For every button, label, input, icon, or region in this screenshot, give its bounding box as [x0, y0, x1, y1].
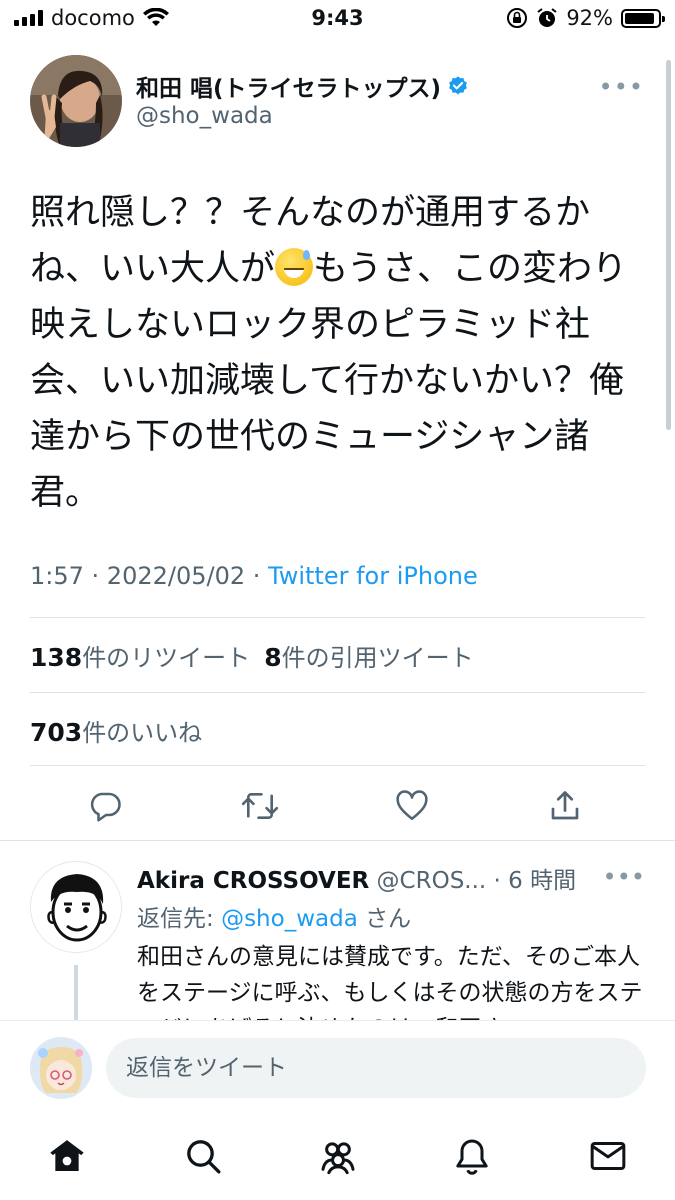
reply-handle-time: @CROS... · 6 時間: [369, 868, 577, 894]
alarm-icon: [537, 8, 557, 27]
reply-tweet[interactable]: Akira CROSSOVER @CROS... · 6 時間 ••• 返信先:…: [0, 845, 675, 1020]
author-username[interactable]: @sho_wada: [136, 103, 273, 129]
retweet-stats: 138件のリツイート 8件の引用ツイート: [30, 638, 474, 673]
retweets-label: 件のリツイート: [82, 644, 251, 672]
tweet-actions: [30, 780, 645, 830]
reply-to-mention[interactable]: @sho_wada: [221, 906, 358, 932]
share-icon[interactable]: [543, 784, 587, 828]
meta-separator: ·: [83, 562, 107, 590]
reply-author-avatar[interactable]: [30, 861, 122, 953]
battery-percent: 92%: [566, 6, 613, 30]
likes-count: 703: [30, 718, 83, 747]
verified-badge-icon: [449, 76, 467, 95]
status-right: 92%: [506, 6, 665, 30]
communities-icon[interactable]: [316, 1134, 360, 1178]
status-bar: docomo 9:43 92%: [0, 0, 675, 38]
reply-text: 和田さんの意見には賛成です。ただ、そのご本人をステージに呼ぶ、もしくはその状態の…: [137, 944, 643, 1020]
author-display-name[interactable]: 和田 唱(トライセラトップス): [136, 69, 469, 103]
likes-label: 件のいいね: [82, 719, 203, 747]
quotes-count: 8: [264, 643, 282, 672]
replying-to: 返信先: @sho_wada さん: [137, 899, 411, 933]
tweet-text: 照れ隠し？？そんなのが通用するかね、いい大人が もうさ、この変わり映えしないロック…: [30, 185, 645, 521]
heart-icon[interactable]: [390, 784, 434, 828]
reply-to-label: 返信先:: [137, 906, 222, 932]
grinning-sweat-emoji-icon: [275, 248, 314, 286]
mail-icon[interactable]: [586, 1134, 630, 1178]
scrollbar[interactable]: [666, 60, 671, 430]
more-horizontal-icon[interactable]: •••: [599, 73, 644, 101]
reply-icon[interactable]: [84, 784, 128, 828]
bell-icon[interactable]: [450, 1134, 494, 1178]
reply-input[interactable]: [106, 1038, 646, 1098]
retweet-icon[interactable]: [238, 784, 282, 828]
tweet-meta: 1:57 · 2022/05/02 · Twitter for iPhone: [30, 562, 478, 590]
bottom-tab-bar: [0, 1120, 675, 1200]
quotes-label: 件の引用ツイート: [281, 644, 474, 672]
tweet-date: 2022/05/02: [106, 562, 246, 590]
author-avatar[interactable]: [30, 55, 122, 147]
home-icon[interactable]: [45, 1134, 89, 1178]
author-name-text: 和田 唱(トライセラトップス): [136, 76, 442, 102]
current-user-avatar[interactable]: [30, 1037, 92, 1099]
search-icon[interactable]: [181, 1134, 225, 1178]
divider: [30, 692, 645, 693]
reply-author-name[interactable]: Akira CROSSOVER: [137, 868, 369, 894]
battery-icon: [621, 8, 665, 28]
thread-line: [74, 965, 78, 1020]
reply-more-icon[interactable]: •••: [603, 863, 645, 891]
divider: [30, 617, 645, 618]
divider: [0, 840, 675, 841]
reply-composer: [0, 1020, 675, 1120]
reply-header: Akira CROSSOVER @CROS... · 6 時間: [137, 861, 617, 895]
retweets-link[interactable]: 138件のリツイート: [30, 643, 251, 672]
tweet-time: 1:57: [30, 562, 84, 590]
tweet-header: 和田 唱(トライセラトップス) @sho_wada •••: [30, 55, 650, 147]
likes-link[interactable]: 703件のいいね: [30, 713, 202, 748]
meta-separator: ·: [245, 562, 269, 590]
tweet-source-link[interactable]: Twitter for iPhone: [268, 562, 478, 590]
retweets-count: 138: [30, 643, 83, 672]
reply-to-suffix: さん: [357, 906, 412, 932]
orientation-lock-icon: [507, 8, 528, 28]
divider: [30, 765, 645, 766]
quotes-link[interactable]: 8件の引用ツイート: [264, 643, 474, 672]
